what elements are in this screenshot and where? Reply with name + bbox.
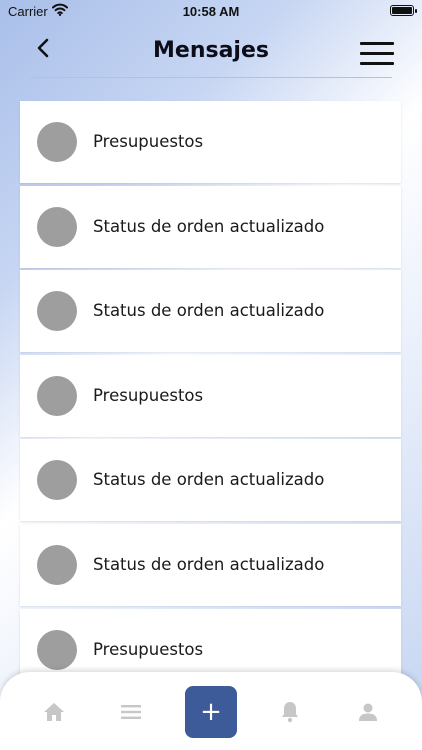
tab-notifications[interactable] [270,692,310,732]
list-item[interactable]: Status de orden actualizado [20,523,401,606]
list-item-label: Status de orden actualizado [93,301,325,321]
header-divider [30,77,392,78]
tab-list[interactable] [111,692,151,732]
avatar [37,375,77,416]
battery-icon [390,5,417,16]
hamburger-menu-icon [360,42,394,65]
user-icon [359,703,377,721]
list-item-label: Status de orden actualizado [93,554,325,574]
list-item[interactable]: Presupuestos [20,101,401,183]
tab-profile[interactable] [348,692,388,732]
list-item[interactable]: Presupuestos [20,354,401,437]
list-item[interactable]: Status de orden actualizado [20,439,401,522]
avatar [37,460,77,501]
avatar [37,206,77,247]
tab-home[interactable] [34,692,74,732]
list-item[interactable]: Status de orden actualizado [20,270,401,353]
list-icon [121,705,141,719]
list-item-label: Presupuestos [93,385,204,405]
avatar [37,544,77,585]
add-button[interactable]: + [185,686,237,738]
messages-list: Presupuestos Status de orden actualizado… [20,101,402,693]
home-icon [44,703,64,721]
menu-button[interactable] [360,42,394,68]
header: Mensajes [0,22,422,78]
avatar [37,122,77,162]
page-title: Mensajes [153,38,269,63]
list-item-label: Status de orden actualizado [93,216,325,236]
avatar [37,629,77,670]
bottom-tab-bar: + [0,672,422,750]
list-item[interactable]: Status de orden actualizado [20,185,401,268]
list-item-label: Status de orden actualizado [93,470,325,490]
bell-icon [282,702,298,723]
status-bar: Carrier 10:58 AM [0,0,422,22]
avatar [37,291,77,332]
status-time: 10:58 AM [182,4,240,19]
list-item-label: Presupuestos [93,132,204,151]
